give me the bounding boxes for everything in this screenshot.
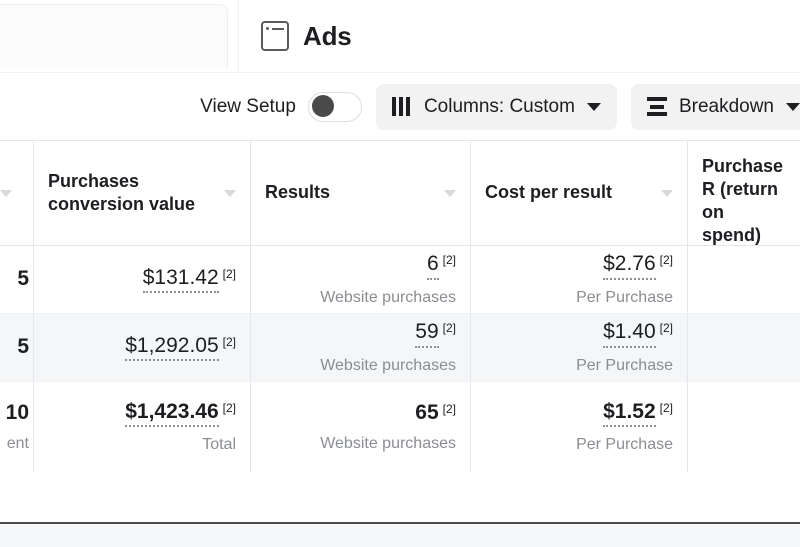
content-gap bbox=[0, 472, 800, 522]
metric-sublabel: Website purchases bbox=[320, 288, 456, 306]
toolbar: View Setup Columns: Custom Breakdown bbox=[0, 72, 800, 140]
cell-clipped-column: 5 bbox=[0, 314, 33, 381]
footnote-marker: [2] bbox=[659, 321, 673, 336]
breakdown-button[interactable]: Breakdown bbox=[630, 83, 800, 130]
breakdown-button-label: Breakdown bbox=[678, 95, 774, 117]
header-cell-results[interactable]: Results bbox=[250, 141, 470, 245]
footnote-marker: [2] bbox=[442, 253, 456, 268]
metric-sublabel: Website purchases bbox=[320, 435, 456, 453]
clipped-value: 5 bbox=[17, 266, 29, 290]
view-setup-label: View Setup bbox=[200, 95, 296, 117]
view-setup-toggle[interactable] bbox=[307, 91, 362, 122]
header-cell-purchases-conversion-value[interactable]: Purchases conversion value bbox=[33, 141, 250, 245]
footnote-marker: [2] bbox=[442, 321, 456, 336]
cell-purchase-roas bbox=[687, 314, 800, 381]
header-label: Results bbox=[265, 182, 331, 203]
cell-clipped-column: 10 ent bbox=[0, 382, 33, 472]
cell-purchases-conversion-value: $1,423.46 [2] Total bbox=[33, 382, 250, 472]
metric-sublabel: Website purchases bbox=[320, 356, 456, 374]
cell-results: 65 [2] Website purchases bbox=[250, 382, 470, 472]
clipped-value: 5 bbox=[17, 334, 29, 358]
clipped-sublabel: ent bbox=[6, 435, 29, 453]
cell-cost-per-result: $2.76 [2] Per Purchase bbox=[470, 246, 687, 313]
view-setup-group: View Setup bbox=[200, 91, 362, 122]
metric-sublabel: Per Purchase bbox=[576, 436, 673, 454]
ads-card-icon bbox=[261, 21, 289, 51]
metric-value: 6 bbox=[426, 252, 439, 280]
metrics-table: Purchases conversion value Results Cost … bbox=[0, 140, 800, 473]
columns-button[interactable]: Columns: Custom bbox=[375, 83, 617, 130]
metric-value: $1.40 bbox=[603, 320, 656, 348]
cell-purchase-roas bbox=[687, 246, 800, 313]
metric-value: $131.42 bbox=[142, 266, 219, 294]
metric-value: $1.52 bbox=[603, 400, 656, 428]
sort-caret-icon[interactable] bbox=[661, 189, 673, 197]
page-title: Ads bbox=[303, 20, 352, 51]
header-cell-purchase-roas[interactable]: Purchase R (return on spend) bbox=[687, 141, 800, 245]
footnote-marker: [2] bbox=[659, 400, 673, 415]
cell-cost-per-result: $1.52 [2] Per Purchase bbox=[470, 382, 687, 472]
metric-sublabel: Per Purchase bbox=[576, 356, 673, 374]
columns-button-label: Columns: Custom bbox=[423, 95, 575, 117]
table-row[interactable]: 5 $1,292.05 [2] 59 [2] Website purchases… bbox=[0, 314, 800, 382]
metric-value: 59 bbox=[415, 320, 439, 348]
footnote-marker: [2] bbox=[222, 334, 236, 349]
footnote-marker: [2] bbox=[222, 266, 236, 281]
metric-value: $1,423.46 bbox=[125, 400, 219, 428]
sort-caret-icon[interactable] bbox=[444, 189, 456, 197]
tab-inactive[interactable] bbox=[0, 4, 228, 68]
table-total-row[interactable]: 10 ent $1,423.46 [2] Total 65 [2] Websit… bbox=[0, 382, 800, 473]
toggle-knob bbox=[311, 95, 334, 117]
metric-sublabel: Total bbox=[202, 436, 236, 454]
chevron-down-icon bbox=[786, 102, 800, 111]
cell-clipped-column: 5 bbox=[0, 246, 33, 313]
header-label: Purchases conversion value bbox=[48, 170, 196, 214]
cell-results: 59 [2] Website purchases bbox=[250, 314, 470, 381]
header-label: Purchase R (return on spend) bbox=[702, 156, 784, 246]
table-row[interactable]: 5 $131.42 [2] 6 [2] Website purchases $2… bbox=[0, 246, 800, 314]
footnote-marker: [2] bbox=[659, 253, 673, 268]
cell-cost-per-result: $1.40 [2] Per Purchase bbox=[470, 314, 687, 381]
cell-purchases-conversion-value: $131.42 [2] bbox=[33, 246, 250, 313]
metric-value: $2.76 bbox=[603, 252, 656, 280]
bottom-status-bar bbox=[0, 522, 800, 547]
footnote-marker: [2] bbox=[442, 401, 456, 416]
header-label: Cost per result bbox=[485, 182, 613, 203]
metric-value: 65 bbox=[415, 400, 439, 424]
metric-value: $1,292.05 bbox=[125, 334, 219, 362]
chevron-down-icon bbox=[586, 102, 601, 111]
table-header-row: Purchases conversion value Results Cost … bbox=[0, 141, 800, 246]
header-cell-clipped[interactable] bbox=[0, 141, 33, 245]
clipped-value: 10 bbox=[5, 400, 29, 424]
cell-purchases-conversion-value: $1,292.05 [2] bbox=[33, 314, 250, 381]
tab-ads[interactable]: Ads bbox=[238, 0, 800, 72]
header-cell-cost-per-result[interactable]: Cost per result bbox=[470, 141, 687, 245]
breakdown-icon bbox=[646, 97, 667, 116]
tab-strip: Ads bbox=[0, 0, 800, 72]
sort-caret-icon[interactable] bbox=[0, 189, 12, 197]
footnote-marker: [2] bbox=[222, 400, 236, 415]
cell-purchase-roas bbox=[687, 382, 800, 472]
sort-caret-icon[interactable] bbox=[224, 189, 236, 197]
cell-results: 6 [2] Website purchases bbox=[250, 246, 470, 313]
columns-icon bbox=[391, 97, 412, 116]
metric-sublabel: Per Purchase bbox=[576, 288, 673, 306]
